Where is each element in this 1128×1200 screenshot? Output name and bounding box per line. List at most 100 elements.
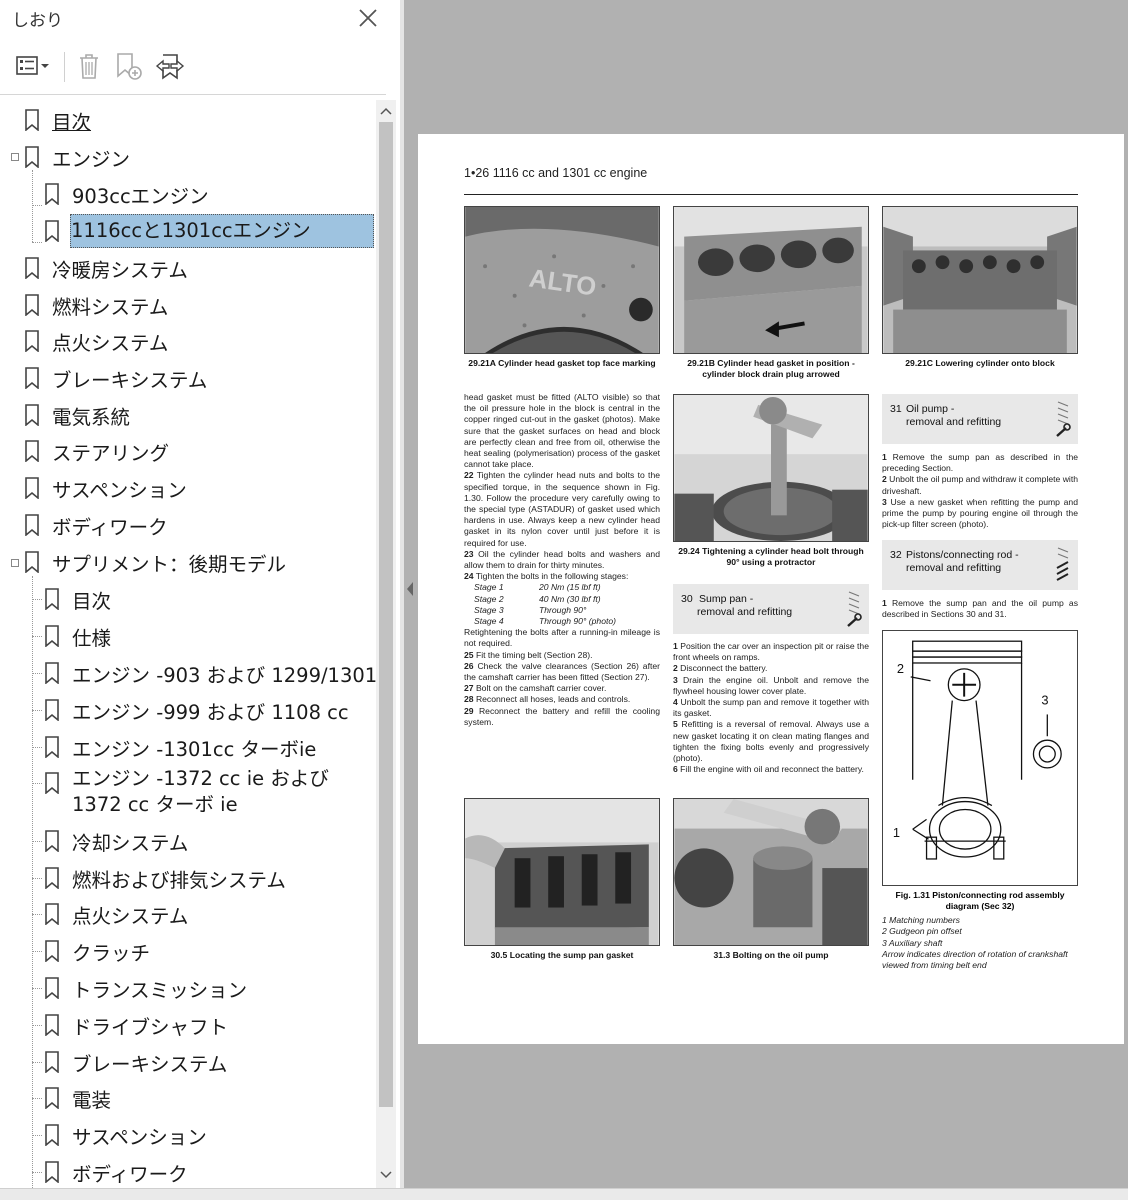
bookmark-label: 1116ccと1301ccエンジン [70,214,374,248]
para-30-1: 1 Position the car over an inspection pi… [673,641,869,663]
para-32-1: 1 Remove the sump pan and the oil pump a… [882,598,1078,620]
scroll-down-icon[interactable] [380,1170,392,1180]
bookmark-item[interactable]: ブレーキシステム [44,1045,227,1079]
options-menu-icon[interactable] [14,50,54,82]
delete-icon[interactable] [76,50,102,82]
bookmark-item[interactable]: エンジン -999 および 1108 cc [44,693,349,727]
tree-guide [32,878,42,879]
para-intro: head gasket must be fitted (ALTO visible… [464,392,660,470]
bookmark-icon [45,1051,59,1073]
bookmark-item[interactable]: 目次 [24,103,91,137]
bookmark-label: ドライブシャフト [72,1015,229,1039]
bookmark-item[interactable]: 点火システム [44,897,188,931]
bookmark-label: 目次 [72,589,112,613]
bookmark-item[interactable]: ドライブシャフト [44,1008,228,1042]
collapse-toggle[interactable] [11,559,19,567]
bookmark-label: エンジン -903 および 1299/1301 cc [72,663,376,687]
legend-item: Arrow indicates direction of rotation of… [882,948,1068,971]
bookmark-item[interactable]: 目次 [44,582,111,616]
tree-guide [32,1098,42,1099]
tree-guide [32,1135,42,1136]
bookmark-item[interactable]: エンジン -1301cc ターボie [44,730,316,764]
photo-oil-pump [673,798,869,946]
bookmark-label: 燃料および排気システム [72,868,286,892]
document-page: 1•26 1116 cc and 1301 cc engine ALTO 29.… [418,134,1124,1044]
section-31-subtitle: removal and refitting [906,416,1002,428]
bookmark-label: クラッチ [72,941,151,965]
figure-label-3: 3 [1041,693,1048,708]
bookmark-item[interactable]: 燃料および排気システム [44,861,286,895]
collapse-panel-icon[interactable] [405,580,415,598]
bookmark-label: ステアリング [52,441,170,465]
close-icon[interactable] [356,6,380,30]
bookmark-item[interactable]: ブレーキシステム [24,361,207,395]
tree-guide [32,673,42,674]
figure-caption: Fig. 1.31 Piston/connecting rod assembly… [895,890,1065,911]
tree-guide [32,951,42,952]
para-31-1: 1 Remove the sump pan as described in th… [882,452,1078,474]
bookmark-item[interactable]: 仕様 [44,619,111,653]
bookmark-item[interactable]: ボディワーク [44,1155,188,1188]
bookmark-item[interactable]: 電気系統 [24,398,130,432]
scroll-up-icon[interactable] [380,106,392,116]
bookmark-item[interactable]: 冷暖房システム [24,251,188,285]
bookmark-icon [45,772,59,794]
tree-guide [32,988,42,989]
tree-guide [32,710,42,711]
bookmark-item[interactable]: エンジン -903 および 1299/1301 cc [44,656,376,690]
bookmark-item[interactable]: 電装 [44,1081,111,1115]
legend-item: 1 Matching numbers [882,915,960,925]
bookmark-label: 電気系統 [52,405,131,429]
header-rule [464,194,1078,195]
collapse-toggle[interactable] [11,153,19,161]
bookmark-item[interactable]: エンジン -1372 cc ie および 1372 cc ターボ ie [44,766,372,822]
toolbar-separator [64,52,65,82]
bookmark-item[interactable]: 燃料システム [24,288,168,322]
bookmark-item[interactable]: トランスミッション [44,971,247,1005]
bookmark-item[interactable]: 903ccエンジン [44,177,209,211]
column-1-text: head gasket must be fitted (ALTO visible… [464,392,660,728]
scroll-thumb[interactable] [379,122,393,1107]
bookmarks-scrollbar[interactable] [376,100,396,1188]
bookmark-item[interactable]: エンジン [24,140,130,174]
difficulty-spanner-icon [1056,401,1071,437]
bookmark-item[interactable]: ボディワーク [24,508,168,542]
section-32-heading: 32 Pistons/connecting rod - removal and … [882,540,1078,590]
bookmark-label: 仕様 [72,626,112,650]
expand-bookmark-icon[interactable] [154,50,186,82]
section-32-subtitle: removal and refitting [906,562,1002,574]
para-30-3: 3 Drain the engine oil. Unbolt and remov… [673,674,869,696]
bookmark-item[interactable]: 冷却システム [44,824,188,858]
bookmark-icon [25,514,39,536]
panel-title: しおり [12,11,63,31]
bookmark-item[interactable]: サスペンション [44,1118,207,1152]
bookmark-icon [45,903,59,925]
section-31-heading: 31 Oil pump - removal and refitting [882,394,1078,444]
section-32-number: 32 [890,549,902,561]
bookmark-item[interactable]: 点火システム [24,324,168,358]
section-32-title: Pistons/connecting rod - [906,549,1019,561]
bookmark-label: エンジン -1372 cc ie および 1372 cc ターボ ie [72,767,329,816]
bookmark-icon [45,588,59,610]
tree-guide [32,841,42,842]
bookmark-item[interactable]: ステアリング [24,434,169,468]
caption-30-5: 30.5 Locating the sump pan gasket [490,950,634,960]
tree-guide [32,576,33,1188]
bookmark-icon [25,257,39,279]
bookmark-item-selected[interactable]: 1116ccと1301ccエンジン [44,214,374,248]
bookmark-item[interactable]: クラッチ [44,934,150,968]
bookmark-label: エンジン -999 および 1108 cc [72,700,349,724]
bookmark-item[interactable]: サプリメント：後期モデル [24,545,286,579]
tree-guide [32,205,42,206]
tree-guide [32,1025,42,1026]
bookmark-label: 冷暖房システム [52,258,188,282]
bookmark-item[interactable]: サスペンション [24,471,187,505]
section-30-heading: 30 Sump pan - removal and refitting [673,584,869,634]
bookmark-icon [45,940,59,962]
stage-row: Stage 2 40 Nm (30 lbf ft) [474,593,601,604]
photo-sump-gasket [464,798,660,946]
new-bookmark-icon[interactable] [114,50,146,82]
tree-guide [32,636,42,637]
tree-guide [32,242,42,243]
difficulty-spanner-icon [847,591,862,627]
